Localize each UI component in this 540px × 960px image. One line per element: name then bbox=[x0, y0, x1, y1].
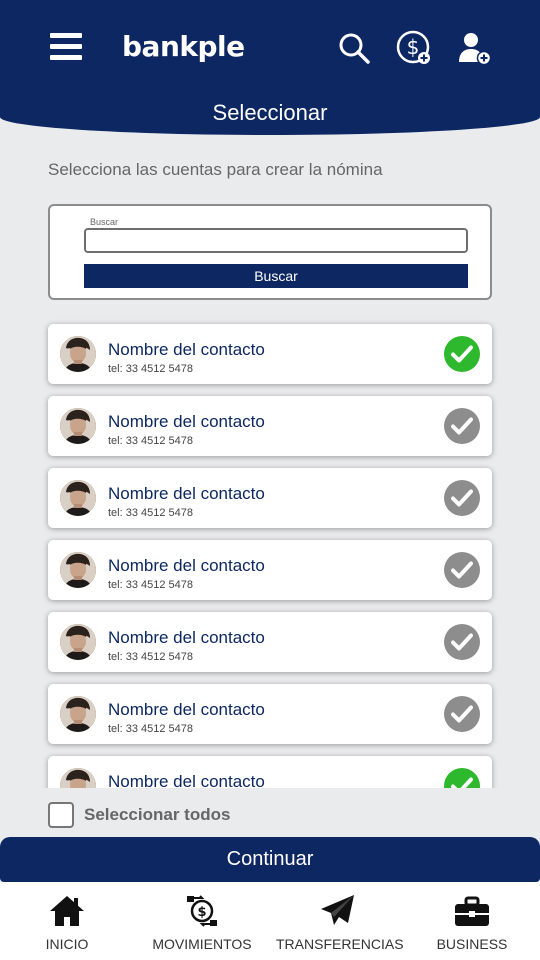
check-selected-icon[interactable] bbox=[444, 336, 480, 372]
check-unselected-icon[interactable] bbox=[444, 408, 480, 444]
contact-name: Nombre del contacto bbox=[108, 700, 265, 719]
check-selected-icon[interactable] bbox=[444, 768, 480, 788]
contacts-list[interactable]: Nombre del contacto tel: 33 4512 5478 Nomb… bbox=[0, 316, 540, 788]
avatar bbox=[60, 552, 96, 588]
svg-text:$: $ bbox=[197, 905, 206, 920]
avatar bbox=[60, 696, 96, 732]
search-icon[interactable] bbox=[336, 30, 372, 66]
nav-transferencias[interactable]: TRANSFERENCIAS bbox=[276, 882, 404, 960]
contact-tel: tel: 33 4512 5478 bbox=[108, 579, 194, 591]
contact-tel: tel: 33 4512 5478 bbox=[108, 363, 194, 375]
select-all-label: Seleccionar todos bbox=[84, 805, 231, 824]
contact-row[interactable]: Nombre del contacto tel: 33 4512 5478 bbox=[48, 468, 492, 528]
check-unselected-icon[interactable] bbox=[444, 480, 480, 516]
nav-movimientos[interactable]: $ MOVIMIENTOS bbox=[148, 882, 256, 960]
check-unselected-icon[interactable] bbox=[444, 696, 480, 732]
contact-row[interactable]: Nombre del contacto tel: 33 4512 5478 bbox=[48, 396, 492, 456]
avatar bbox=[60, 624, 96, 660]
nav-transferencias-label: TRANSFERENCIAS bbox=[276, 936, 404, 952]
user-add-icon[interactable] bbox=[456, 30, 492, 66]
nav-inicio-label: INICIO bbox=[45, 936, 89, 952]
contact-row[interactable]: Nombre del contacto tel: 33 4512 5478 bbox=[48, 612, 492, 672]
contact-row[interactable]: Nombre del contacto tel: 33 4512 5478 bbox=[48, 540, 492, 600]
avatar bbox=[60, 768, 96, 788]
check-unselected-icon[interactable] bbox=[444, 624, 480, 660]
contact-name: Nombre del contacto bbox=[108, 772, 265, 788]
instruction-text: Selecciona las cuentas para crear la nóm… bbox=[48, 160, 383, 179]
search-label: Buscar bbox=[90, 217, 119, 227]
contact-name: Nombre del contacto bbox=[108, 556, 265, 575]
avatar bbox=[60, 408, 96, 444]
contact-name: Nombre del contacto bbox=[108, 412, 265, 431]
dollar-add-icon[interactable]: $ bbox=[396, 30, 432, 66]
contact-tel: tel: 33 4512 5478 bbox=[108, 723, 194, 735]
page-title: Seleccionar bbox=[212, 100, 328, 125]
search-button[interactable]: Buscar bbox=[84, 264, 468, 288]
avatar bbox=[60, 336, 96, 372]
money-exchange-icon: $ bbox=[183, 892, 221, 930]
contact-tel: tel: 33 4512 5478 bbox=[108, 435, 194, 447]
contact-row[interactable]: Nombre del contactotel: 33 4512 5478 bbox=[48, 756, 492, 788]
avatar bbox=[60, 480, 96, 516]
nav-inicio[interactable]: INICIO bbox=[22, 882, 112, 960]
contact-name: Nombre del contacto bbox=[108, 628, 265, 647]
contact-name: Nombre del contacto bbox=[108, 484, 265, 503]
paper-plane-icon bbox=[319, 892, 357, 930]
briefcase-icon bbox=[453, 892, 491, 930]
contact-name: Nombre del contacto bbox=[108, 340, 265, 359]
continue-button[interactable]: Continuar bbox=[0, 837, 540, 882]
check-unselected-icon[interactable] bbox=[444, 552, 480, 588]
svg-text:$: $ bbox=[407, 35, 420, 59]
search-card: Buscar Buscar bbox=[48, 204, 492, 300]
select-all-checkbox[interactable] bbox=[48, 802, 74, 828]
contact-row[interactable]: Nombre del contacto tel: 33 4512 5478 bbox=[48, 324, 492, 384]
app-header: bankple $ Seleccionar bbox=[0, 0, 540, 135]
search-input[interactable] bbox=[84, 228, 468, 253]
contact-tel: tel: 33 4512 5478 bbox=[108, 507, 194, 519]
contact-row[interactable]: Nombre del contacto tel: 33 4512 5478 bbox=[48, 684, 492, 744]
nav-movimientos-label: MOVIMIENTOS bbox=[152, 936, 252, 952]
menu-icon[interactable] bbox=[50, 33, 82, 61]
bottom-nav: INICIO $ MOVIMIENTOS TRANSFERENCIAS BUSI… bbox=[0, 882, 540, 960]
nav-business-label: BUSINESS bbox=[436, 936, 508, 952]
home-icon bbox=[48, 892, 86, 930]
contact-tel: tel: 33 4512 5478 bbox=[108, 651, 194, 663]
bankple-logo: bankple bbox=[122, 30, 245, 63]
nav-business[interactable]: BUSINESS bbox=[428, 882, 516, 960]
